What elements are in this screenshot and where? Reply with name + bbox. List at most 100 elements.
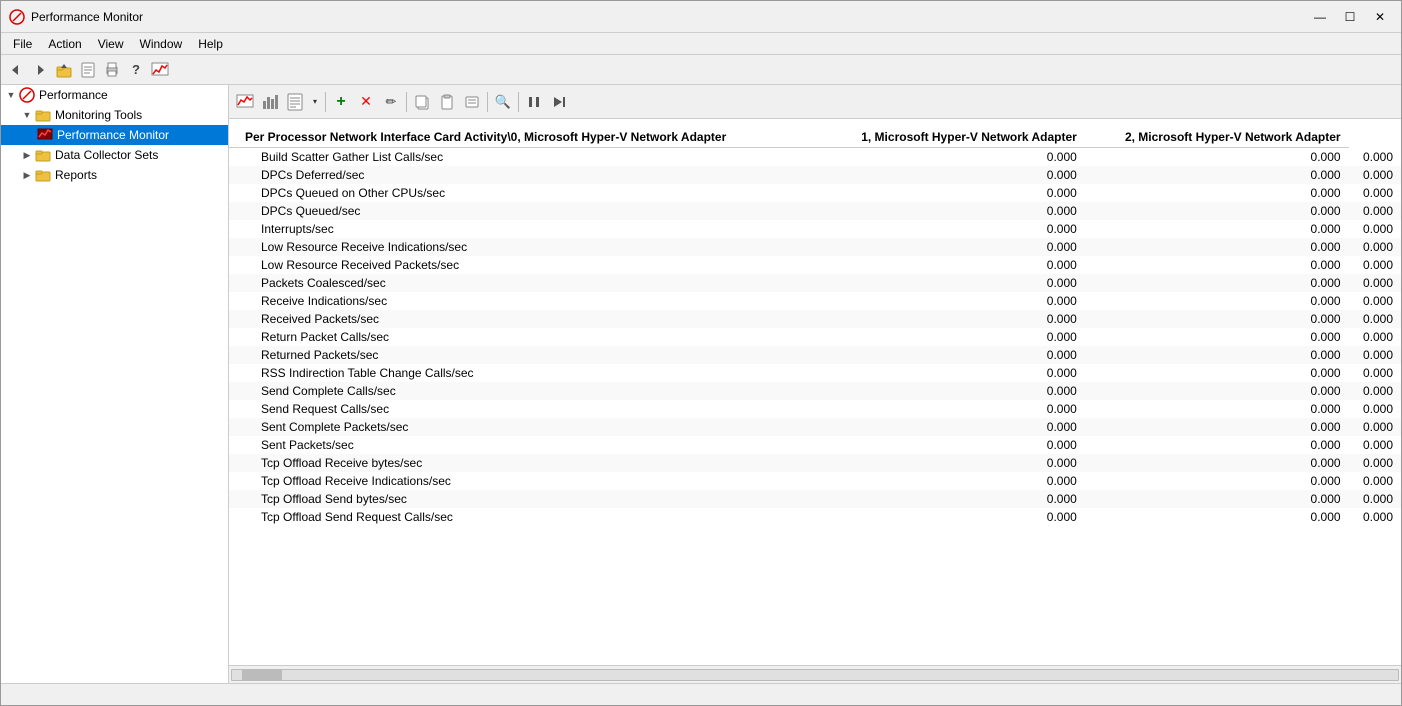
row-metric-name: Received Packets/sec <box>229 310 821 328</box>
view-histogram-button[interactable] <box>258 90 282 114</box>
col-header-2: 2, Microsoft Hyper-V Network Adapter <box>1085 127 1349 148</box>
zoom-button[interactable]: 🔍 <box>491 90 515 114</box>
separator-3 <box>487 92 488 112</box>
row-metric-name: Sent Packets/sec <box>229 436 821 454</box>
monitoring-tools-label: Monitoring Tools <box>55 108 142 122</box>
row-col1-value: 0.000 <box>1085 184 1349 202</box>
row-col2-value: 0.000 <box>1349 220 1401 238</box>
sidebar-item-monitoring-tools[interactable]: ▼ Monitoring Tools <box>1 105 228 125</box>
row-col0-value: 0.000 <box>821 490 1085 508</box>
table-row: Tcp Offload Receive Indications/sec0.000… <box>229 472 1401 490</box>
row-col0-value: 0.000 <box>821 364 1085 382</box>
row-metric-name: RSS Indirection Table Change Calls/sec <box>229 364 821 382</box>
row-col1-value: 0.000 <box>1085 148 1349 167</box>
help-button[interactable]: ? <box>125 59 147 81</box>
row-col2-value: 0.000 <box>1349 274 1401 292</box>
report-button[interactable] <box>77 59 99 81</box>
properties-button[interactable] <box>460 90 484 114</box>
expand-data-collector[interactable]: ▶ <box>19 147 35 163</box>
table-row: Low Resource Received Packets/sec0.0000.… <box>229 256 1401 274</box>
row-metric-name: Build Scatter Gather List Calls/sec <box>229 148 821 167</box>
row-col2-value: 0.000 <box>1349 202 1401 220</box>
row-col2-value: 0.000 <box>1349 328 1401 346</box>
table-row: Packets Coalesced/sec0.0000.0000.000 <box>229 274 1401 292</box>
scroll-thumb[interactable] <box>242 670 282 680</box>
row-col2-value: 0.000 <box>1349 508 1401 526</box>
sidebar-item-performance[interactable]: ▼ Performance <box>1 85 228 105</box>
title-bar: Performance Monitor — ☐ ✕ <box>1 1 1401 33</box>
separator-2 <box>406 92 407 112</box>
menu-view[interactable]: View <box>90 35 132 53</box>
row-col1-value: 0.000 <box>1085 400 1349 418</box>
table-row: Interrupts/sec0.0000.0000.000 <box>229 220 1401 238</box>
row-col0-value: 0.000 <box>821 436 1085 454</box>
row-metric-name: DPCs Deferred/sec <box>229 166 821 184</box>
row-col0-value: 0.000 <box>821 310 1085 328</box>
row-metric-name: Low Resource Received Packets/sec <box>229 256 821 274</box>
col-header-0: Per Processor Network Interface Card Act… <box>229 127 821 148</box>
expand-performance[interactable]: ▼ <box>3 87 19 103</box>
row-col0-value: 0.000 <box>821 202 1085 220</box>
table-row: Tcp Offload Send Request Calls/sec0.0000… <box>229 508 1401 526</box>
sidebar: ▼ Performance ▼ Monitoring Tools <box>1 85 229 683</box>
forward-button[interactable] <box>29 59 51 81</box>
row-col0-value: 0.000 <box>821 256 1085 274</box>
row-col1-value: 0.000 <box>1085 508 1349 526</box>
row-metric-name: Packets Coalesced/sec <box>229 274 821 292</box>
table-row: Sent Packets/sec0.0000.0000.000 <box>229 436 1401 454</box>
paste-button[interactable] <box>435 90 459 114</box>
separator-4 <box>518 92 519 112</box>
sidebar-item-data-collector-sets[interactable]: ▶ Data Collector Sets <box>1 145 228 165</box>
row-col2-value: 0.000 <box>1349 436 1401 454</box>
dropdown-button[interactable]: ▾ <box>308 90 322 114</box>
row-col0-value: 0.000 <box>821 184 1085 202</box>
perfmon-button[interactable] <box>149 59 171 81</box>
separator-1 <box>325 92 326 112</box>
row-col1-value: 0.000 <box>1085 454 1349 472</box>
scroll-track[interactable] <box>231 669 1399 681</box>
expand-reports[interactable]: ▶ <box>19 167 35 183</box>
next-button[interactable] <box>547 90 571 114</box>
menu-file[interactable]: File <box>5 35 40 53</box>
status-bar <box>1 683 1401 705</box>
folder-up-button[interactable] <box>53 59 75 81</box>
menu-help[interactable]: Help <box>190 35 231 53</box>
menu-window[interactable]: Window <box>132 35 191 53</box>
row-col0-value: 0.000 <box>821 274 1085 292</box>
row-col2-value: 0.000 <box>1349 148 1401 167</box>
row-col2-value: 0.000 <box>1349 400 1401 418</box>
expand-monitoring[interactable]: ▼ <box>19 107 35 123</box>
pause-button[interactable] <box>522 90 546 114</box>
table-row: DPCs Deferred/sec0.0000.0000.000 <box>229 166 1401 184</box>
row-col1-value: 0.000 <box>1085 328 1349 346</box>
report-area[interactable]: Per Processor Network Interface Card Act… <box>229 119 1401 665</box>
app-icon <box>9 9 25 25</box>
minimize-button[interactable]: — <box>1307 7 1333 27</box>
copy-button[interactable] <box>410 90 434 114</box>
table-row: Sent Complete Packets/sec0.0000.0000.000 <box>229 418 1401 436</box>
delete-button[interactable]: ✕ <box>354 90 378 114</box>
close-button[interactable]: ✕ <box>1367 7 1393 27</box>
row-col0-value: 0.000 <box>821 382 1085 400</box>
horizontal-scrollbar[interactable] <box>229 665 1401 683</box>
sidebar-item-reports[interactable]: ▶ Reports <box>1 165 228 185</box>
row-col0-value: 0.000 <box>821 508 1085 526</box>
row-col2-value: 0.000 <box>1349 490 1401 508</box>
view-report-button[interactable] <box>283 90 307 114</box>
view-graph-button[interactable] <box>233 90 257 114</box>
content-area: ▾ + ✕ ✏ <box>229 85 1401 683</box>
menu-action[interactable]: Action <box>40 35 89 53</box>
add-counter-button[interactable]: + <box>329 90 353 114</box>
row-metric-name: Tcp Offload Send bytes/sec <box>229 490 821 508</box>
highlight-button[interactable]: ✏ <box>379 90 403 114</box>
print-button[interactable] <box>101 59 123 81</box>
sidebar-item-performance-monitor[interactable]: Performance Monitor <box>1 125 228 145</box>
row-metric-name: Interrupts/sec <box>229 220 821 238</box>
back-button[interactable] <box>5 59 27 81</box>
row-col1-value: 0.000 <box>1085 418 1349 436</box>
row-col1-value: 0.000 <box>1085 274 1349 292</box>
row-col0-value: 0.000 <box>821 220 1085 238</box>
table-row: Send Request Calls/sec0.0000.0000.000 <box>229 400 1401 418</box>
row-col2-value: 0.000 <box>1349 166 1401 184</box>
maximize-button[interactable]: ☐ <box>1337 7 1363 27</box>
